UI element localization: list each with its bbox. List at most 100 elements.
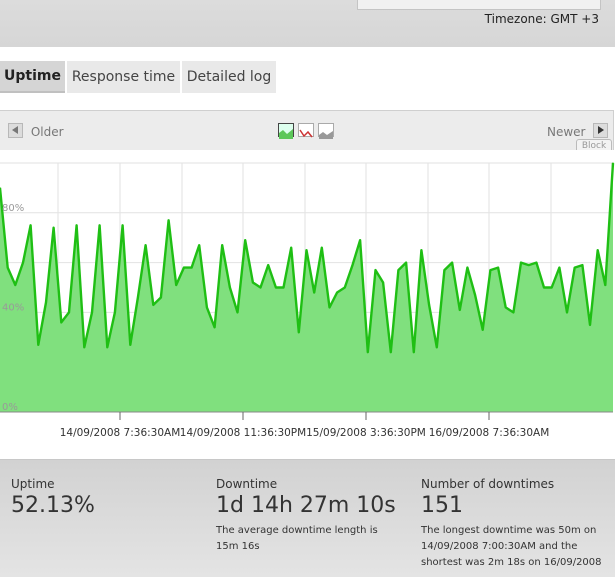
uptime-label: Uptime (11, 477, 55, 491)
uptime-point (99, 224, 101, 226)
chart-toolbar: Older Newer (0, 110, 614, 151)
uptime-point (206, 306, 208, 309)
uptime-point (351, 264, 354, 266)
y-tick-label: 80% (2, 203, 24, 214)
uptime-point (604, 284, 606, 286)
uptime-point (267, 264, 269, 266)
uptime-point (198, 244, 200, 246)
downtime-note-line: 15m 16s (216, 541, 260, 552)
uptime-point (443, 269, 446, 271)
uptime-point (428, 304, 430, 306)
uptime-point (37, 344, 39, 346)
line-chart-icon[interactable] (298, 123, 314, 138)
uptime-point (190, 266, 193, 269)
uptime-point (489, 269, 491, 271)
uptime-point (420, 249, 423, 251)
uptime-point (160, 296, 162, 299)
downtimes-note-line: shortest was 2m 18s on 16/09/2008 (421, 557, 602, 568)
uptime-point (336, 291, 338, 294)
uptime-point (612, 162, 614, 164)
uptime-point (76, 224, 78, 226)
bar-chart-icon[interactable] (318, 123, 334, 139)
downtime-note-line: The average downtime length is (216, 525, 378, 536)
uptime-point (459, 309, 461, 311)
downtimes-count-label: Number of downtimes (421, 477, 555, 491)
uptime-point (244, 239, 246, 241)
uptime-point (152, 304, 154, 306)
uptime-point (313, 291, 315, 294)
downtime-stat: Downtime 1d 14h 27m 10s The average down… (216, 477, 396, 555)
uptime-point (367, 351, 369, 353)
uptime-point (122, 224, 124, 226)
uptime-point (374, 269, 377, 271)
uptime-point (413, 351, 415, 353)
uptime-point (175, 284, 177, 286)
uptime-point (167, 219, 170, 221)
uptime-point (221, 244, 223, 246)
area-chart-icon[interactable] (278, 123, 294, 139)
arrow-left-icon (8, 123, 23, 138)
uptime-point (405, 262, 407, 264)
tab-uptime[interactable]: Uptime (0, 61, 65, 93)
uptime-point (91, 311, 93, 313)
uptime-point (282, 286, 285, 289)
tab-response-time[interactable]: Response time (67, 61, 180, 93)
uptime-stat: Uptime 52.13% (11, 477, 95, 518)
x-tick-label: 14/09/2008 7:36:30AM (60, 427, 181, 439)
tab-detailed-log[interactable]: Detailed log (182, 61, 276, 93)
older-button[interactable]: Older (8, 123, 64, 139)
uptime-area (0, 163, 613, 412)
uptime-point (497, 266, 499, 269)
uptime-point (528, 264, 530, 266)
downtimes-count-value: 151 (421, 493, 463, 518)
uptime-point (482, 329, 484, 331)
uptime-point (236, 311, 239, 313)
downtime-value: 1d 14h 27m 10s (216, 493, 396, 518)
newer-button[interactable]: Newer (547, 123, 609, 139)
x-tick-label: 14/09/2008 11:36:30PM (180, 427, 306, 439)
uptime-point (543, 286, 545, 289)
uptime-value: 52.13% (11, 493, 95, 518)
uptime-point (7, 266, 9, 269)
uptime-point (137, 296, 139, 299)
uptime-point (213, 326, 216, 328)
y-tick-label: 40% (2, 302, 24, 313)
uptime-point (558, 266, 560, 269)
uptime-point (259, 286, 262, 289)
uptime-point (581, 264, 583, 266)
uptime-point (597, 249, 599, 251)
uptime-point (252, 281, 254, 284)
arrow-right-icon (593, 123, 609, 138)
uptime-point (305, 249, 308, 251)
uptime-point (53, 227, 55, 229)
uptime-point (390, 351, 392, 353)
downtimes-note-line: The longest downtime was 50m on (421, 525, 597, 536)
timezone-label: Timezone: GMT +3 (484, 12, 599, 26)
uptime-chart: 0% 40% 80% 14/09/2008 7:36:30AM 14/09/2008 1… (0, 150, 615, 460)
y-tick-label: 0% (2, 402, 18, 413)
uptime-chart-svg: 0% 40% 80% 14/09/2008 7:36:30AM 14/09/2008 1… (0, 162, 615, 439)
uptime-point (574, 266, 576, 269)
downtime-label: Downtime (216, 477, 278, 491)
uptime-point (328, 306, 331, 309)
uptime-point (382, 281, 384, 284)
uptime-point (298, 331, 300, 333)
uptime-point (397, 269, 400, 271)
uptime-point (106, 346, 108, 348)
uptime-point (436, 346, 438, 348)
uptime-point (14, 284, 16, 286)
uptime-point (321, 247, 323, 249)
x-tick-label: 16/09/2008 7:36:30AM (429, 427, 550, 439)
uptime-point (566, 311, 568, 313)
uptime-point (451, 262, 453, 264)
uptime-point (344, 286, 346, 289)
uptime-point (30, 224, 32, 226)
downtimes-count-stat: Number of downtimes 151 The longest down… (421, 477, 602, 571)
uptime-point (68, 311, 70, 313)
uptime-point (535, 262, 537, 264)
uptime-point (290, 247, 292, 249)
downtime-note: The average downtime length is 15m 16s (216, 523, 396, 555)
downtimes-note-line: 14/09/2008 7:00:30AM and the (421, 541, 578, 552)
uptime-point (60, 321, 62, 323)
uptime-point (22, 262, 24, 264)
